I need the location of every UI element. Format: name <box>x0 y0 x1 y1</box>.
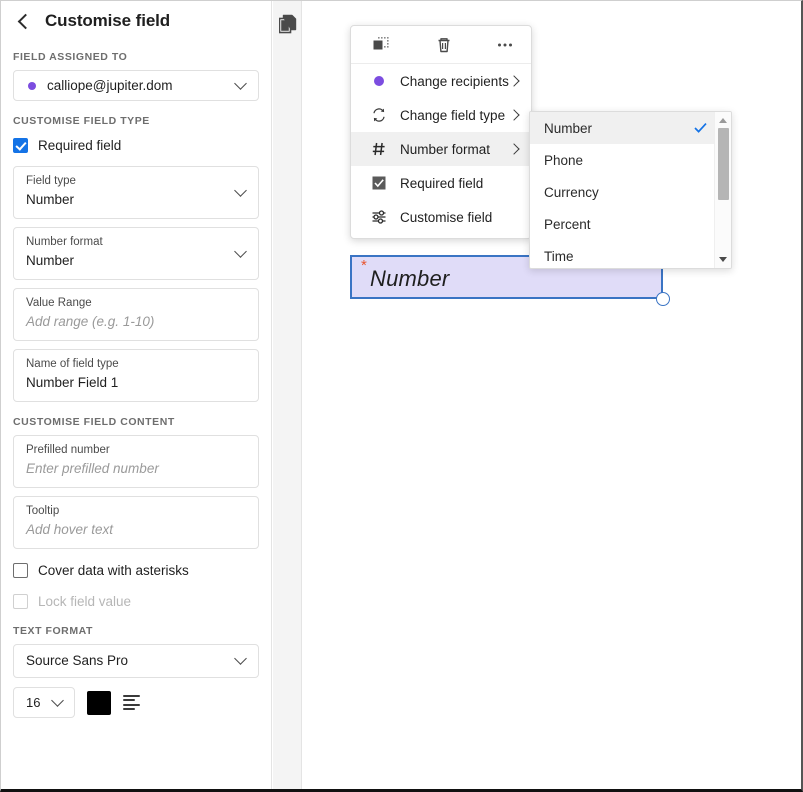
font-size-value: 16 <box>26 695 40 710</box>
sliders-icon <box>371 209 387 225</box>
field-context-menu: Change recipients Change field type <box>350 25 532 239</box>
submenu-option-label: Percent <box>544 217 591 232</box>
submenu-option-label: Number <box>544 121 592 136</box>
check-icon <box>694 122 707 134</box>
submenu-option-label: Phone <box>544 153 583 168</box>
chevron-right-icon <box>509 110 519 120</box>
checkbox-checked-icon <box>371 175 387 191</box>
submenu-option-label: Time <box>544 249 574 264</box>
submenu-option-number[interactable]: Number <box>530 112 731 144</box>
menu-item-required-field[interactable]: Required field <box>351 166 531 200</box>
chevron-down-icon <box>236 247 247 258</box>
resize-handle[interactable] <box>656 292 670 306</box>
submenu-option-currency[interactable]: Currency <box>530 176 731 208</box>
cover-data-checkbox-row[interactable]: Cover data with asterisks <box>13 563 271 578</box>
lock-field-value-label: Lock field value <box>38 594 131 609</box>
name-of-field-type-value: Number Field 1 <box>26 374 228 392</box>
text-format-toolbar: 16 <box>13 687 271 718</box>
prefilled-number-placeholder: Enter prefilled number <box>26 460 228 478</box>
required-field-checkbox[interactable] <box>13 138 28 153</box>
lock-field-value-checkbox-row: Lock field value <box>13 594 271 609</box>
submenu-option-phone[interactable]: Phone <box>530 144 731 176</box>
number-format-select[interactable]: Number format Number <box>13 227 259 280</box>
sidebar-header: Customise field <box>1 1 271 37</box>
menu-item-customise-field[interactable]: Customise field <box>351 200 531 234</box>
required-field-label: Required field <box>38 138 121 153</box>
app-window: Customise field FIELD ASSIGNED TO callio… <box>0 0 803 792</box>
change-type-icon <box>371 107 387 123</box>
submenu-option-label: Currency <box>544 185 599 200</box>
menu-item-change-field-type[interactable]: Change field type <box>351 98 531 132</box>
field-widget-label: Number <box>370 266 449 292</box>
menu-item-number-format[interactable]: Number format <box>351 132 531 166</box>
font-size-select[interactable]: 16 <box>13 687 75 718</box>
customise-field-sidebar: Customise field FIELD ASSIGNED TO callio… <box>1 1 272 789</box>
back-chevron-icon[interactable] <box>15 13 31 29</box>
chevron-right-icon <box>509 76 519 86</box>
document-canvas[interactable]: * Number <box>302 1 801 789</box>
duplicate-field-icon[interactable] <box>373 36 391 54</box>
cover-data-checkbox[interactable] <box>13 563 28 578</box>
hash-icon <box>371 141 387 157</box>
name-of-field-type-input[interactable]: Name of field type Number Field 1 <box>13 349 259 402</box>
chevron-down-icon <box>236 654 247 665</box>
menu-item-label: Change field type <box>400 108 505 123</box>
assigned-recipient-select[interactable]: calliope@jupiter.dom <box>13 70 259 101</box>
field-type-label: Field type <box>26 174 228 189</box>
menu-item-label: Customise field <box>400 210 492 225</box>
duplicate-pages-icon[interactable] <box>279 14 297 34</box>
cover-data-label: Cover data with asterisks <box>38 563 189 578</box>
value-range-placeholder: Add range (e.g. 1-10) <box>26 313 228 331</box>
page-thumbnail-strip <box>273 1 302 789</box>
required-marker: * <box>361 259 367 273</box>
recipient-dot-icon <box>371 73 387 89</box>
menu-item-label: Number format <box>400 142 490 157</box>
tooltip-input[interactable]: Tooltip Add hover text <box>13 496 259 549</box>
delete-field-icon[interactable] <box>435 36 453 54</box>
tooltip-placeholder: Add hover text <box>26 521 228 539</box>
scrollbar-thumb[interactable] <box>718 128 729 200</box>
menu-item-label: Required field <box>400 176 483 191</box>
prefilled-number-input[interactable]: Prefilled number Enter prefilled number <box>13 435 259 488</box>
menu-item-change-recipients[interactable]: Change recipients <box>351 64 531 98</box>
menu-item-label: Change recipients <box>400 74 509 89</box>
prefilled-number-label: Prefilled number <box>26 443 228 458</box>
value-range-label: Value Range <box>26 296 228 311</box>
font-family-select[interactable]: Source Sans Pro <box>13 644 259 678</box>
submenu-option-percent[interactable]: Percent <box>530 208 731 240</box>
more-options-icon[interactable] <box>496 36 514 54</box>
scroll-up-arrow-icon[interactable] <box>719 118 727 123</box>
text-align-icon[interactable] <box>123 695 143 711</box>
chevron-down-icon <box>53 696 64 707</box>
context-menu-toolbar <box>351 26 531 64</box>
chevron-down-icon <box>236 186 247 197</box>
number-format-submenu: Number Phone Currency Percent Time <box>529 111 732 269</box>
number-format-label: Number format <box>26 235 228 250</box>
submenu-scrollbar[interactable] <box>714 112 731 268</box>
required-field-checkbox-row[interactable]: Required field <box>13 138 271 153</box>
section-label-customise-field-content: CUSTOMISE FIELD CONTENT <box>13 416 271 428</box>
submenu-option-time[interactable]: Time <box>530 240 731 269</box>
name-of-field-type-label: Name of field type <box>26 357 228 372</box>
scroll-down-arrow-icon[interactable] <box>719 257 727 262</box>
number-format-value: Number <box>26 252 228 270</box>
lock-field-value-checkbox <box>13 594 28 609</box>
chevron-right-icon <box>509 144 519 154</box>
page-title: Customise field <box>45 11 170 31</box>
recipient-dot-icon <box>28 82 36 90</box>
section-label-text-format: TEXT FORMAT <box>13 625 271 637</box>
field-type-value: Number <box>26 191 228 209</box>
field-type-select[interactable]: Field type Number <box>13 166 259 219</box>
font-color-swatch[interactable] <box>87 691 111 715</box>
chevron-down-icon <box>236 79 247 90</box>
value-range-input[interactable]: Value Range Add range (e.g. 1-10) <box>13 288 259 341</box>
assigned-recipient-email: calliope@jupiter.dom <box>47 78 173 93</box>
section-label-customise-field-type: CUSTOMISE FIELD TYPE <box>13 115 271 127</box>
tooltip-label: Tooltip <box>26 504 228 519</box>
section-label-field-assigned-to: FIELD ASSIGNED TO <box>13 51 271 63</box>
font-family-value: Source Sans Pro <box>26 652 228 670</box>
